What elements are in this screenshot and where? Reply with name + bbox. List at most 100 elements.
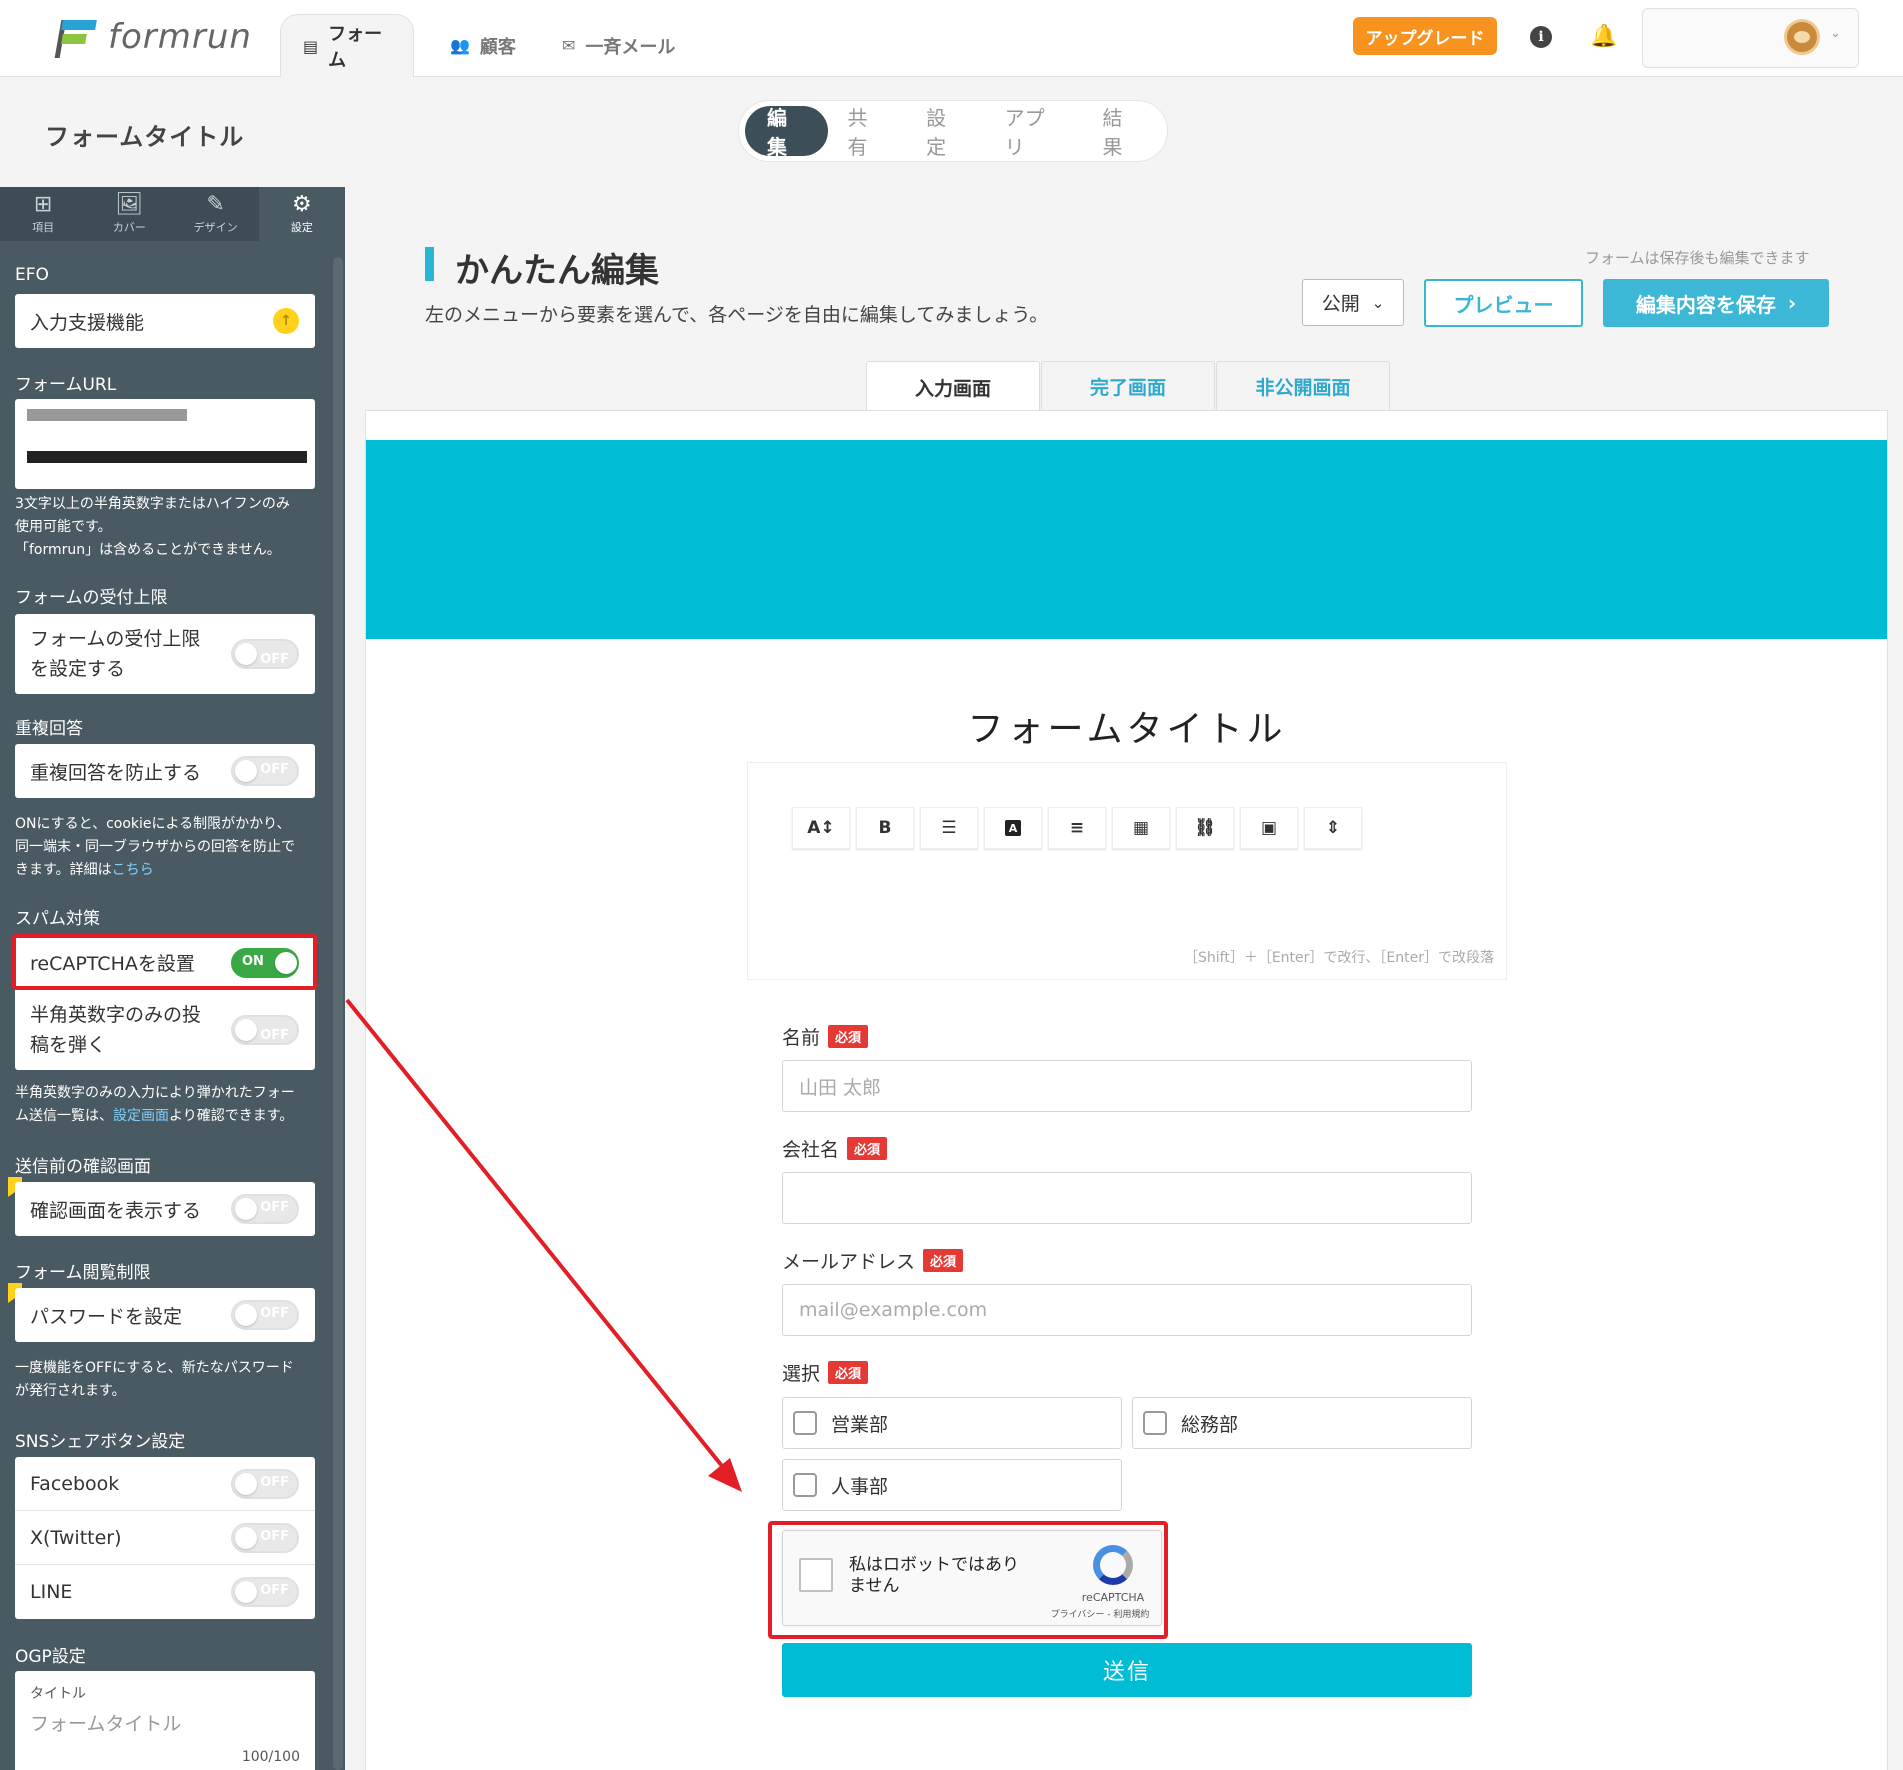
document-icon: ▤: [303, 36, 319, 56]
save-button[interactable]: 編集内容を保存 ›: [1603, 279, 1829, 327]
sidebar-tab-settings[interactable]: ⚙ 設定: [258, 187, 345, 241]
twitter-toggle[interactable]: OFF: [231, 1522, 299, 1553]
option-sales[interactable]: 営業部: [782, 1397, 1122, 1449]
field-label-select: 選択 必須: [782, 1359, 869, 1386]
spacing-button[interactable]: ⇕: [1304, 807, 1362, 849]
name-input[interactable]: 山田 太郎: [782, 1060, 1472, 1112]
recaptcha-checkbox[interactable]: [799, 1558, 833, 1592]
confirm-toggle[interactable]: OFF: [231, 1194, 299, 1224]
bell-icon[interactable]: 🔔: [1590, 24, 1617, 49]
segment-edit[interactable]: 編集: [745, 106, 828, 159]
limit-row: フォームの受付上限 を設定する OFF: [15, 614, 315, 694]
segment-share[interactable]: 共有: [828, 106, 907, 159]
tab-input-screen[interactable]: 入力画面: [866, 361, 1040, 413]
chevron-right-icon: ›: [1787, 291, 1797, 315]
confirm-card: 確認画面を表示する OFF: [15, 1182, 315, 1236]
mode-segmented-control: 編集 共有 設定 アプリ 結果: [738, 100, 1168, 162]
url-slug-redacted[interactable]: [27, 451, 307, 463]
chevron-down-icon: ⌄: [1371, 293, 1385, 312]
main-title: かんたん編集: [455, 251, 659, 291]
option-general-affairs[interactable]: 総務部: [1132, 1397, 1472, 1449]
list-button[interactable]: ☰: [920, 807, 978, 849]
sidebar-tab-design[interactable]: ✎ デザイン: [173, 187, 259, 241]
align-button[interactable]: ≡: [1048, 807, 1106, 849]
chevron-down-icon[interactable]: ⌄: [1830, 26, 1841, 41]
font-size-button[interactable]: A↕: [792, 807, 850, 849]
checkbox[interactable]: [1143, 1411, 1167, 1435]
table-button[interactable]: ▦: [1112, 807, 1170, 849]
sidebar-scrollbar[interactable]: [333, 257, 343, 1770]
sns-row-twitter: X(Twitter) OFF: [15, 1511, 315, 1565]
text-color-icon: A: [1005, 820, 1021, 836]
submit-button[interactable]: 送信: [782, 1643, 1472, 1697]
settings-sidebar: ⊞ 項目 🖼 カバー ✎ デザイン ⚙ 設定 EFO 入力支援機能 ↑ フォームURL …: [0, 187, 345, 1770]
access-card: パスワードを設定 OFF: [15, 1288, 315, 1342]
required-badge: 必須: [847, 1137, 888, 1160]
nav-tab-customers[interactable]: 👥 顧客: [428, 14, 538, 77]
info-icon[interactable]: i: [1530, 26, 1552, 48]
limit-section-label: フォームの受付上限: [15, 588, 168, 608]
logo-mark-icon: [54, 16, 97, 58]
tab-complete-screen[interactable]: 完了画面: [1041, 361, 1215, 411]
facebook-toggle[interactable]: OFF: [231, 1468, 299, 1499]
bold-button[interactable]: B: [856, 807, 914, 849]
cover-image[interactable]: [366, 440, 1887, 639]
tab-private-screen[interactable]: 非公開画面: [1216, 361, 1390, 411]
magic-wand-icon: ✎: [206, 192, 225, 217]
sns-row-facebook: Facebook OFF: [15, 1457, 315, 1511]
segment-results[interactable]: 結果: [1082, 106, 1161, 159]
recaptcha-links[interactable]: プライバシー - 利用規約: [1035, 1607, 1165, 1620]
confirm-row: 確認画面を表示する OFF: [15, 1182, 315, 1236]
formrun-logo[interactable]: formrun: [54, 14, 252, 60]
duplicate-toggle[interactable]: OFF: [231, 756, 299, 786]
limit-toggle[interactable]: OFF: [231, 639, 299, 669]
account-menu[interactable]: [1642, 8, 1859, 68]
alnum-note: 半角英数字のみの入力により弾かれたフォー ム送信一覧は、設定画面より確認できます…: [15, 1085, 295, 1124]
efo-section-label: EFO: [15, 265, 49, 285]
sidebar-tab-cover[interactable]: 🖼 カバー: [86, 187, 172, 241]
form-url-card[interactable]: [15, 399, 315, 489]
avatar[interactable]: [1784, 19, 1820, 55]
image-button[interactable]: ▣: [1240, 807, 1298, 849]
required-badge: 必須: [923, 1249, 964, 1272]
upgrade-badge-icon: ↑: [273, 308, 299, 334]
efo-input-assist-row[interactable]: 入力支援機能 ↑: [15, 294, 315, 348]
ogp-char-count: 100/100: [241, 1749, 300, 1765]
efo-card: 入力支援機能 ↑: [15, 294, 315, 348]
duplicate-card: 重複回答を防止する OFF: [15, 744, 315, 798]
mail-icon: ✉: [562, 36, 576, 55]
option-hr[interactable]: 人事部: [782, 1459, 1122, 1511]
editor-hint: ［Shift］＋［Enter］で改行、［Enter］で改段落: [1184, 950, 1494, 966]
form-title[interactable]: フォームタイトル: [747, 700, 1507, 752]
link-button[interactable]: ⛓: [1176, 807, 1234, 849]
required-badge: 必須: [828, 1025, 869, 1048]
sidebar-tab-items[interactable]: ⊞ 項目: [0, 187, 86, 241]
access-toggle[interactable]: OFF: [231, 1300, 299, 1330]
publish-status-dropdown[interactable]: 公開 ⌄: [1302, 279, 1404, 326]
ogp-title-input[interactable]: フォームタイトル: [30, 1709, 181, 1736]
upgrade-button[interactable]: アップグレード: [1353, 17, 1497, 55]
preview-button[interactable]: プレビュー: [1424, 279, 1583, 327]
ogp-title-label: タイトル: [30, 1686, 86, 1702]
duplicate-detail-link[interactable]: こちら: [112, 862, 154, 878]
sns-card: Facebook OFF X(Twitter) OFF LINE OFF: [15, 1457, 315, 1619]
alnum-toggle[interactable]: OFF: [231, 1015, 299, 1045]
email-input[interactable]: mail@example.com: [782, 1284, 1472, 1336]
line-toggle[interactable]: OFF: [231, 1577, 299, 1607]
duplicate-section-label: 重複回答: [15, 719, 83, 739]
text-color-button[interactable]: A: [984, 807, 1042, 849]
url-prefix-redacted: [27, 409, 187, 421]
segment-apps[interactable]: アプリ: [985, 106, 1083, 159]
settings-screen-link[interactable]: 設定画面: [113, 1108, 169, 1124]
checkbox[interactable]: [793, 1473, 817, 1497]
checkbox[interactable]: [793, 1411, 817, 1435]
segment-settings[interactable]: 設定: [906, 106, 985, 159]
recaptcha-brand: reCAPTCHA: [1081, 1591, 1145, 1604]
form-url-section-label: フォームURL: [15, 375, 117, 395]
title-accent-bar: [425, 247, 434, 281]
nav-tab-bulk-mail[interactable]: ✉ 一斉メール: [540, 14, 697, 77]
limit-card: フォームの受付上限 を設定する OFF: [15, 614, 315, 694]
nav-tab-forms[interactable]: ▤ フォーム: [280, 14, 414, 77]
company-input[interactable]: [782, 1172, 1472, 1224]
description-editor[interactable]: A↕ B ☰ A ≡ ▦ ⛓ ▣ ⇕ ［Shift］＋［Enter］で改行、［E…: [747, 762, 1507, 980]
